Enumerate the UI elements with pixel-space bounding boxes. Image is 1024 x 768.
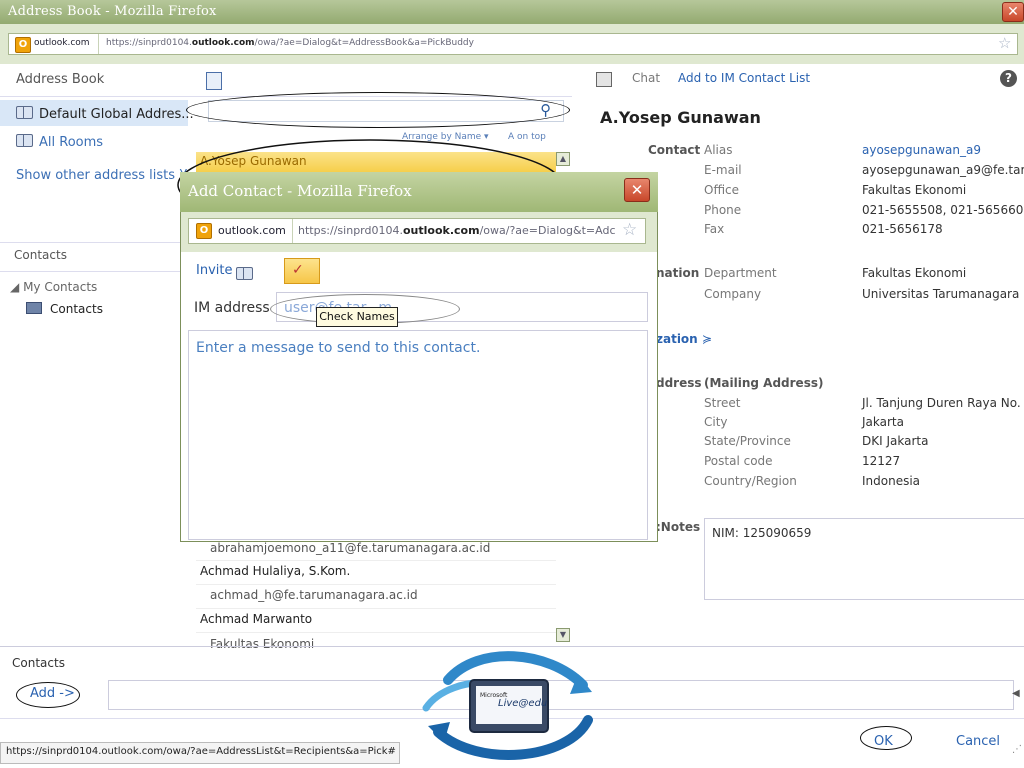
field-label-country: Country/Region	[704, 474, 797, 488]
dialog-url-text[interactable]: https://sinprd0104.outlook.com/owa/?ae=D…	[298, 224, 620, 237]
outlook-site-icon: O	[15, 37, 31, 53]
field-label-fax: Fax	[704, 222, 725, 236]
list-view-icon[interactable]	[206, 72, 222, 90]
field-label-alias: Alias	[704, 143, 733, 157]
status-url: https://sinprd0104.outlook.com/owa/?ae=A…	[6, 746, 396, 757]
show-other-address-lists-link[interactable]: Show other address lists ¥	[16, 168, 187, 183]
field-value-department: Fakultas Ekonomi	[862, 266, 967, 280]
dialog-close-button[interactable]: ✕	[624, 178, 650, 202]
im-address-label: IM address	[194, 300, 270, 316]
field-label-street: Street	[704, 396, 741, 410]
invite-link[interactable]: Invite	[196, 263, 232, 278]
check-names-icon[interactable]: ✓	[292, 262, 304, 278]
field-value-company: Universitas Tarumanagara	[862, 287, 1020, 301]
notes-text: NIM: 125090659	[712, 526, 812, 540]
section-label-notes: :Notes	[656, 520, 701, 534]
site-identity[interactable]: outlook.com	[34, 38, 90, 48]
bottom-divider	[0, 646, 1024, 647]
address-book-icon	[16, 106, 33, 119]
dialog-title: Add Contact - Mozilla Firefox	[188, 182, 412, 200]
cancel-button[interactable]: Cancel	[956, 734, 1000, 749]
field-value-phone: 021-5655508, 021-5656609	[862, 203, 1024, 217]
field-value-country: Indonesia	[862, 474, 921, 488]
field-value-fax: 021-5656178	[862, 222, 943, 236]
nav-default-global-address-list[interactable]: Default Global Addres...	[16, 106, 194, 122]
section-label-information: nation	[656, 266, 700, 280]
outlook-site-icon: O	[196, 223, 212, 239]
field-value-postal-code: 12127	[862, 454, 901, 468]
field-label-email: E-mail	[704, 163, 742, 177]
chat-link[interactable]: Chat	[632, 71, 660, 85]
bookmark-star-icon[interactable]: ☆	[622, 220, 637, 240]
recipients-label: Contacts	[12, 656, 65, 670]
address-book-icon	[16, 134, 33, 147]
address-type-heading: (Mailing Address)	[704, 376, 824, 390]
url-separator	[98, 34, 99, 54]
section-label-contact: Contact	[648, 143, 701, 157]
window-close-button[interactable]: ✕	[1002, 2, 1024, 22]
row-divider	[196, 560, 556, 561]
nav-all-rooms[interactable]: All Rooms	[16, 134, 103, 150]
dialog-url-separator	[292, 219, 293, 243]
list-item[interactable]: abrahamjoemono_a11@fe.tarumanagara.ac.id	[210, 541, 490, 555]
my-contacts-tree-node[interactable]: ◢ My Contacts	[10, 280, 97, 294]
contacts-section-title: Contacts	[14, 248, 67, 262]
contact-display-name: A.Yosep Gunawan	[600, 108, 761, 127]
field-value-street: Jl. Tanjung Duren Raya No.	[862, 396, 1021, 410]
field-label-department: Department	[704, 266, 777, 280]
address-book-icon	[236, 267, 253, 280]
contacts-folder-item[interactable]: Contacts	[26, 302, 103, 316]
address-book-button[interactable]	[236, 264, 259, 283]
field-label-office: Office	[704, 183, 740, 197]
contact-card-icon	[26, 302, 42, 314]
field-label-postal-code: Postal code	[704, 454, 773, 468]
field-value-email[interactable]: ayosepgunawan_a9@fe.tar	[862, 163, 1024, 177]
resize-grip-icon[interactable]: ⋰	[1012, 744, 1022, 755]
field-value-city: Jakarta	[862, 415, 904, 429]
address-book-title: Address Book	[16, 72, 105, 87]
url-text[interactable]: https://sinprd0104.outlook.com/owa/?ae=D…	[106, 38, 474, 48]
add-to-im-contact-list-link[interactable]: Add to IM Contact List	[678, 71, 810, 85]
field-value-alias[interactable]: ayosepgunawan_a9	[862, 143, 981, 157]
field-value-office: Fakultas Ekonomi	[862, 183, 967, 197]
message-placeholder: Enter a message to send to this contact.	[196, 340, 481, 356]
highlight-oval-add	[16, 682, 80, 708]
section-label-organization[interactable]: zation ≽	[656, 332, 712, 346]
live-edu-logo	[422, 651, 593, 760]
section-label-address: ddress	[656, 376, 702, 390]
row-divider	[196, 608, 556, 609]
scroll-left-icon[interactable]: ◀	[1012, 688, 1020, 699]
collapse-triangle-icon[interactable]: ◢	[10, 280, 19, 294]
message-textarea[interactable]	[188, 330, 648, 540]
row-divider	[196, 584, 556, 585]
field-value-state: DKI Jakarta	[862, 434, 929, 448]
logo-live-edu-text: Live@edu	[498, 698, 548, 709]
list-item[interactable]: Achmad Marwanto	[200, 612, 312, 626]
dialog-site-identity[interactable]: outlook.com	[218, 224, 286, 237]
field-label-city: City	[704, 415, 728, 429]
window-title: Address Book - Mozilla Firefox	[8, 4, 217, 19]
list-item[interactable]: achmad_h@fe.tarumanagara.ac.id	[210, 588, 418, 602]
help-icon[interactable]: ?	[1000, 70, 1017, 87]
contact-card-icon[interactable]	[596, 72, 612, 87]
expand-chevron-icon[interactable]: ≽	[702, 332, 712, 346]
list-scroll-down-button[interactable]: ▼	[556, 628, 570, 642]
field-label-phone: Phone	[704, 203, 742, 217]
list-item[interactable]: Fakultas Ekonomi	[210, 637, 314, 649]
field-label-state: State/Province	[704, 434, 791, 448]
highlight-oval-ok	[860, 726, 912, 750]
bookmark-star-icon[interactable]: ☆	[998, 34, 1011, 52]
list-item[interactable]: Achmad Hulaliya, S.Kom.	[200, 564, 350, 578]
check-names-tooltip: Check Names	[316, 307, 398, 327]
field-label-company: Company	[704, 287, 762, 301]
row-divider	[196, 632, 556, 633]
